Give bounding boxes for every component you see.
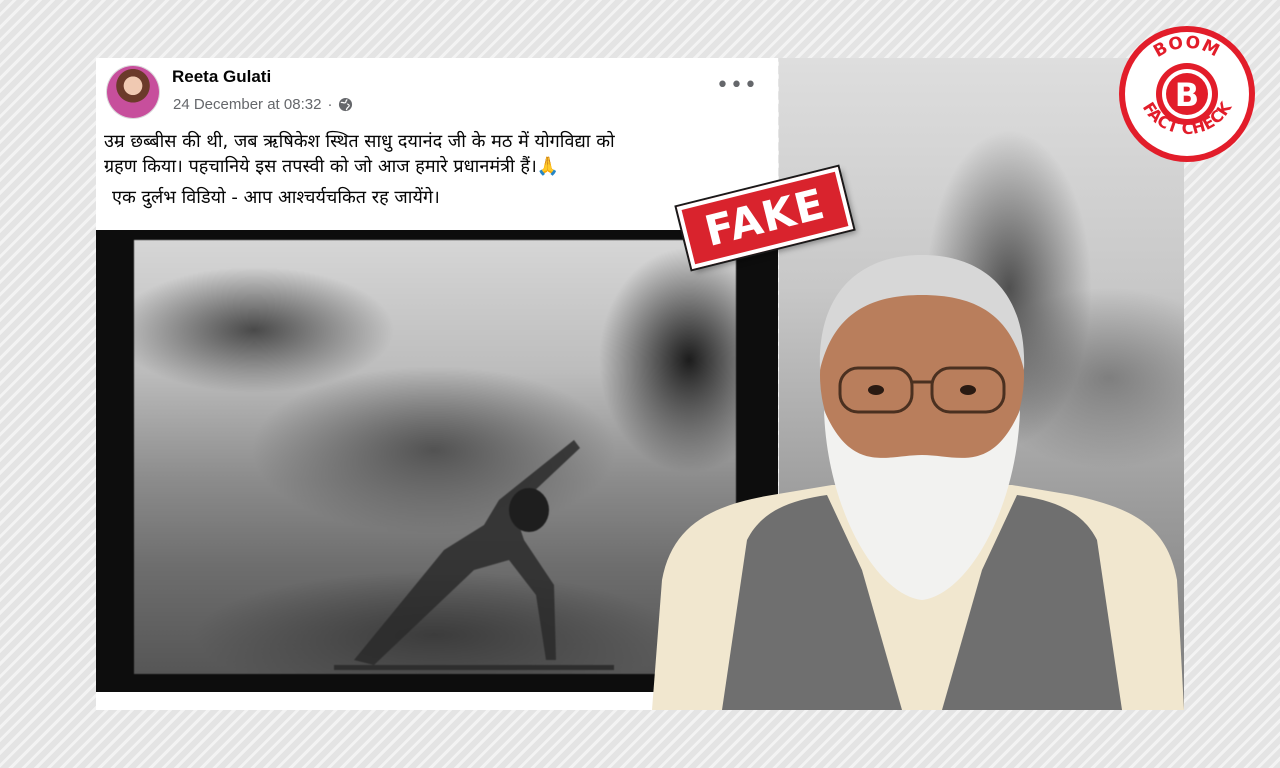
logo-letter: B xyxy=(1175,76,1199,114)
more-options-icon[interactable]: ••• xyxy=(716,75,757,97)
meta-separator: · xyxy=(327,96,333,113)
reaction-icons[interactable] xyxy=(110,706,160,710)
author-name[interactable]: Reeta Gulati xyxy=(172,67,271,87)
yoga-figure-silhouette xyxy=(334,440,614,670)
globe-icon xyxy=(339,97,353,112)
person-photo xyxy=(652,255,1184,710)
post-text: उम्र छब्बीस की थी, जब ऋषिकेश स्थित साधु … xyxy=(104,129,764,210)
post-text-line-3: एक दुर्लभ विडियो - आप आश्चर्यचकित रह जाय… xyxy=(112,187,440,208)
post-text-line-2: ग्रहण किया। पहचानिये इस तपस्वी को जो आज … xyxy=(104,156,560,177)
video-frame xyxy=(134,240,736,674)
post-timestamp[interactable]: 24 December at 08:32 xyxy=(173,96,321,113)
post-text-line-1: उम्र छब्बीस की थी, जब ऋषिकेश स्थित साधु … xyxy=(104,131,615,152)
post-header: Reeta Gulati 24 December at 08:32 · ••• xyxy=(96,58,778,118)
post-meta: 24 December at 08:32 · xyxy=(173,96,353,113)
boom-fact-check-logo: B BOOM FACT CHECK xyxy=(1119,26,1255,162)
author-avatar[interactable] xyxy=(107,66,159,118)
